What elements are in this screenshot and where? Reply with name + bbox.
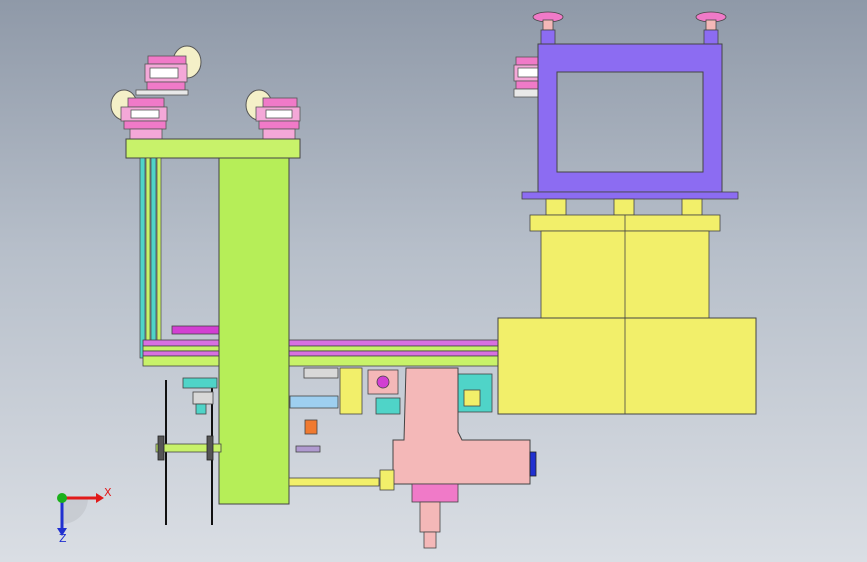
motor-unit-left-top[interactable] [135,45,202,96]
vertical-column[interactable] [218,157,290,505]
z-axis-label: Z [59,532,67,545]
wheel-assembly[interactable] [155,377,222,525]
left-rails[interactable] [139,157,162,359]
purple-frame[interactable] [521,11,739,200]
magenta-rod[interactable] [171,325,221,335]
top-plate[interactable] [125,138,301,159]
x-axis-label: X [104,486,112,499]
motor-unit-left-bottom[interactable] [110,89,168,140]
lower-cylinder[interactable] [411,483,459,549]
yellow-rod[interactable] [288,477,380,487]
cad-viewport[interactable]: X Z [0,0,867,562]
motor-unit-middle[interactable] [245,89,301,140]
cross-beam[interactable] [142,339,499,367]
coordinate-triad [57,493,104,536]
yellow-cylinder-lower[interactable] [497,317,757,415]
yellow-cylinder-upper[interactable] [529,198,721,319]
